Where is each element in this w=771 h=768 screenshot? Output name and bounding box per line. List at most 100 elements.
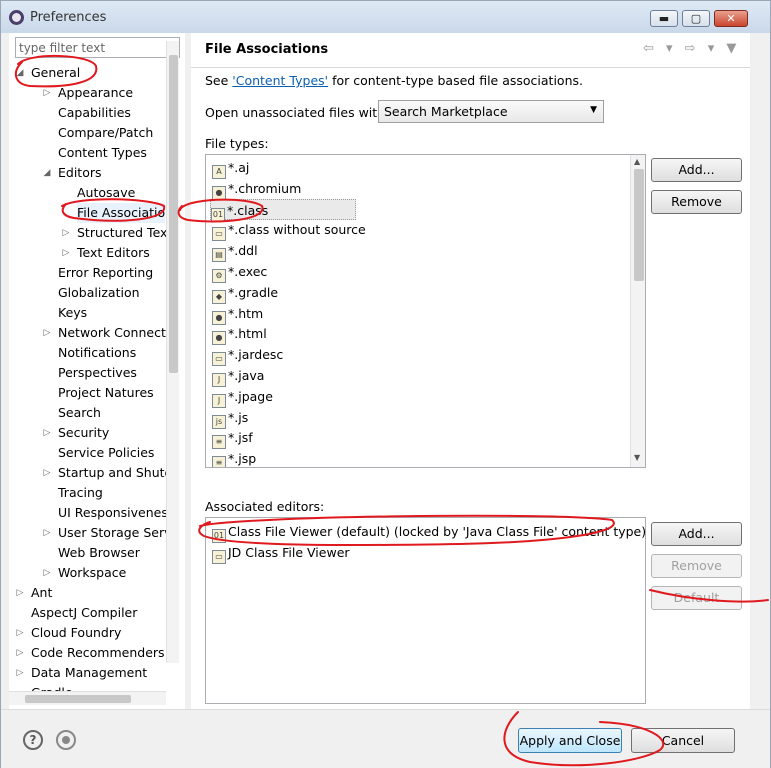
collapsed-twisty-icon[interactable]: ▷ — [15, 643, 25, 663]
collapsed-twisty-icon[interactable]: ▷ — [42, 463, 52, 483]
import-export-icon[interactable] — [56, 730, 76, 750]
file-type-row[interactable]: ≡ *.jsf — [212, 427, 253, 450]
file-type-row[interactable]: ● *.chromium — [212, 178, 301, 200]
tree-item[interactable]: ▷ Structured Text — [9, 223, 174, 243]
tree-item[interactable]: ▷ Appearance — [9, 83, 174, 103]
file-type-row[interactable]: J *.jpage — [212, 386, 273, 408]
remove-editor-button[interactable]: Remove — [651, 554, 742, 578]
collapsed-twisty-icon[interactable]: ▷ — [42, 323, 52, 343]
collapsed-twisty-icon[interactable]: ▷ — [42, 423, 52, 443]
maximize-button[interactable]: ▢ — [682, 10, 710, 27]
tree-item[interactable]: File Associatio — [9, 203, 174, 223]
content-types-link[interactable]: 'Content Types' — [232, 73, 328, 88]
file-type-row[interactable]: ● *.html — [212, 323, 267, 346]
tree-item[interactable]: Web Browser — [9, 543, 174, 563]
tree-item[interactable]: Tracing — [9, 483, 174, 503]
file-type-row[interactable]: ▭ *.jardesc — [212, 344, 283, 367]
tree-item[interactable]: ▷ Cloud Foundry — [9, 623, 174, 643]
close-button[interactable]: ✕ — [714, 10, 748, 27]
expanded-twisty-icon[interactable]: ◢ — [42, 163, 52, 183]
tree-horizontal-scrollbar[interactable] — [9, 691, 166, 705]
tree-item[interactable]: ▷ Security — [9, 423, 174, 443]
file-type-row[interactable]: ≡ *.jsp — [212, 448, 256, 467]
tree-item[interactable]: ▷ User Storage Serv — [9, 523, 174, 543]
file-types-scrollbar[interactable]: ▲ ▼ — [630, 155, 645, 467]
tree-item[interactable]: ▷ Startup and Shutd — [9, 463, 174, 483]
tree-item[interactable]: Compare/Patch — [9, 123, 174, 143]
tree-item[interactable]: ◢ Editors — [9, 163, 174, 183]
collapsed-twisty-icon[interactable]: ▷ — [61, 223, 71, 243]
file-type-label: *.js — [228, 409, 249, 425]
file-type-row[interactable]: ▭ *.class without source — [212, 219, 366, 242]
file-type-row[interactable]: J *.java — [212, 365, 264, 387]
scrollbar-thumb[interactable] — [25, 695, 131, 703]
tree-item-label: File Associatio — [77, 203, 166, 223]
tree-item-label: Ant — [31, 585, 53, 600]
content-types-hint: See 'Content Types' for content-type bas… — [205, 73, 583, 88]
file-associations-page: File Associations ⇦ ▾ ⇨ ▾ ▼ See 'Content… — [191, 33, 750, 709]
collapsed-twisty-icon[interactable]: ▷ — [42, 563, 52, 583]
editor-label: JD Class File Viewer — [228, 545, 350, 560]
tree-item[interactable]: Autosave — [9, 183, 174, 203]
tree-item-label: Perspectives — [58, 365, 137, 380]
scrollbar-thumb[interactable] — [169, 55, 178, 373]
tree-item[interactable]: Perspectives — [9, 363, 174, 383]
tree-item[interactable]: Keys — [9, 303, 174, 323]
tree-item[interactable]: Notifications — [9, 343, 174, 363]
file-type-label: *.exec — [228, 264, 268, 279]
tree-item[interactable]: Error Reporting — [9, 263, 174, 283]
file-type-row[interactable]: ● *.htm — [212, 303, 263, 325]
file-type-row[interactable]: ◆ *.gradle — [212, 282, 278, 304]
tree-item[interactable]: ▷ Text Editors — [9, 243, 174, 263]
collapsed-twisty-icon[interactable]: ▷ — [61, 243, 71, 263]
tree-item[interactable]: Content Types — [9, 143, 174, 163]
tree-item[interactable]: ▷ Data Management — [9, 663, 174, 683]
collapsed-twisty-icon[interactable]: ▷ — [42, 523, 52, 543]
file-type-row[interactable]: js *.js — [212, 407, 249, 429]
collapsed-twisty-icon[interactable]: ▷ — [15, 583, 25, 603]
collapsed-twisty-icon[interactable]: ▷ — [15, 623, 25, 643]
collapsed-twisty-icon[interactable]: ▷ — [15, 663, 25, 683]
tree-item[interactable]: Capabilities — [9, 103, 174, 123]
scroll-up-icon[interactable]: ▲ — [634, 157, 640, 166]
editor-row[interactable]: ▭ JD Class File Viewer — [212, 542, 350, 564]
tree-item[interactable]: Globalization — [9, 283, 174, 303]
tree-item[interactable]: ◢ General — [9, 63, 174, 83]
tree-item-label: User Storage Serv — [58, 525, 172, 540]
tree-item[interactable]: UI Responsiveness — [9, 503, 174, 523]
file-type-row[interactable]: ⚙ *.exec — [212, 261, 268, 283]
tree-item[interactable]: ▷ Ant — [9, 583, 174, 603]
tree-item[interactable]: ▷ Network Connectio — [9, 323, 177, 343]
collapsed-twisty-icon[interactable]: ▷ — [42, 83, 52, 103]
file-type-row[interactable]: ▤ *.ddl — [212, 240, 258, 263]
remove-file-type-button[interactable]: Remove — [651, 190, 742, 214]
scroll-down-icon[interactable]: ▼ — [634, 453, 640, 462]
window-title: Preferences — [30, 10, 107, 25]
tree-item[interactable]: ▷ Code Recommenders — [9, 643, 174, 663]
expanded-twisty-icon[interactable]: ◢ — [15, 63, 25, 83]
add-editor-button[interactable]: Add... — [651, 522, 742, 546]
apply-and-close-button[interactable]: Apply and Close — [518, 728, 622, 753]
filter-input[interactable] — [15, 37, 180, 58]
tree-item[interactable]: ▷ Workspace — [9, 563, 174, 583]
tree-item-label: Text Editors — [77, 245, 150, 260]
header-divider — [191, 67, 750, 68]
help-icon[interactable]: ? — [23, 730, 43, 750]
editor-row[interactable]: 01 Class File Viewer (default) (locked by… — [212, 521, 646, 543]
tree-vertical-scrollbar[interactable] — [166, 41, 179, 663]
minimize-button[interactable]: ▬ — [650, 10, 678, 27]
navigation-arrows-icon[interactable]: ⇦ ▾ ⇨ ▾ ▼ — [643, 41, 740, 56]
file-types-list[interactable]: A *.aj ● *.chromium 01 *.class ▭ *.class withou… — [205, 154, 646, 468]
cancel-button[interactable]: Cancel — [631, 728, 735, 753]
file-type-row[interactable]: 01 *.class — [210, 198, 356, 222]
file-type-row[interactable]: A *.aj — [212, 157, 249, 179]
tree-item[interactable]: Service Policies — [9, 443, 174, 463]
tree-item[interactable]: Project Natures — [9, 383, 174, 403]
scrollbar-thumb[interactable] — [634, 169, 644, 281]
associated-editors-list[interactable]: 01 Class File Viewer (default) (locked by… — [205, 517, 646, 704]
tree-item[interactable]: Search — [9, 403, 174, 423]
default-editor-button[interactable]: Default — [651, 586, 742, 610]
tree-item[interactable]: AspectJ Compiler — [9, 603, 174, 623]
open-unassociated-select[interactable]: Search Marketplace ▼ — [378, 100, 604, 123]
add-file-type-button[interactable]: Add... — [651, 158, 742, 182]
